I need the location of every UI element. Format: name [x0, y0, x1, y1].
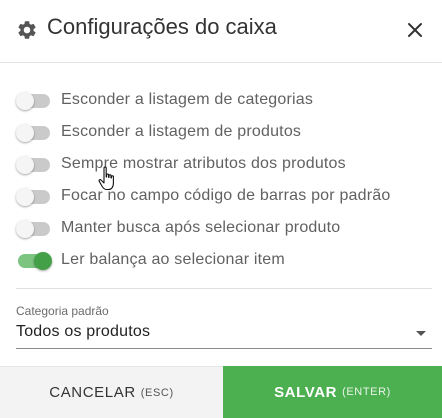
cancel-label: CANCELAR: [49, 384, 136, 401]
option-label: Ler balança ao selecionar item: [61, 251, 285, 268]
close-icon: [408, 23, 422, 37]
close-button[interactable]: [400, 15, 430, 45]
option-show-attributes: Sempre mostrar atributos dos produtos: [0, 148, 442, 180]
option-label: Focar no campo código de barras por padr…: [61, 187, 391, 204]
select-underline: [16, 348, 432, 349]
settings-options: Esconder a listagem de categorias Escond…: [0, 84, 442, 276]
dialog-title: Configurações do caixa: [47, 14, 277, 39]
toggle-switch[interactable]: [16, 252, 52, 270]
save-label: SALVAR: [274, 383, 338, 401]
select-caption: Categoria padrão: [16, 304, 109, 318]
option-label: Manter busca após selecionar produto: [61, 219, 341, 236]
option-hide-products: Esconder a listagem de produtos: [0, 116, 442, 148]
gear-icon: [18, 21, 36, 39]
toggle-switch[interactable]: [16, 156, 52, 174]
option-keep-search: Manter busca após selecionar produto: [0, 212, 442, 244]
toggle-switch[interactable]: [16, 124, 52, 142]
option-label: Sempre mostrar atributos dos produtos: [61, 155, 346, 172]
save-hint: (ENTER): [342, 386, 391, 398]
cancel-hint: (ESC): [140, 386, 174, 399]
select-value: Todos os produtos: [16, 323, 151, 340]
option-read-scale: Ler balança ao selecionar item: [0, 244, 442, 276]
option-hide-categories: Esconder a listagem de categorias: [0, 84, 442, 116]
toggle-switch[interactable]: [16, 220, 52, 238]
toggle-switch[interactable]: [16, 92, 52, 110]
dropdown-arrow-icon: [416, 331, 426, 336]
toggle-switch[interactable]: [16, 188, 52, 206]
dialog-header: Configurações do caixa: [0, 0, 442, 63]
default-category-select[interactable]: Categoria padrão Todos os produtos: [16, 304, 432, 350]
option-label: Esconder a listagem de produtos: [61, 123, 302, 140]
cancel-button[interactable]: CANCELAR (ESC): [0, 366, 223, 418]
save-button[interactable]: SALVAR (ENTER): [223, 366, 442, 418]
dialog-footer: CANCELAR (ESC) SALVAR (ENTER): [0, 366, 442, 418]
divider: [16, 288, 432, 289]
option-focus-barcode: Focar no campo código de barras por padr…: [0, 180, 442, 212]
option-label: Esconder a listagem de categorias: [61, 91, 314, 108]
settings-dialog: Configurações do caixa Esconder a listag…: [0, 0, 442, 418]
